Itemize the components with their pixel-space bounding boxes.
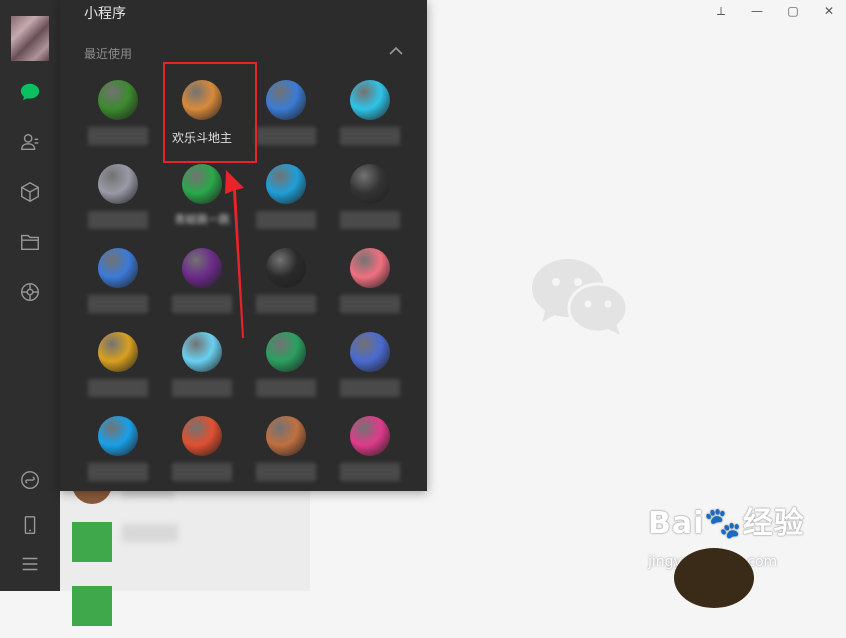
mahjong-icon	[98, 80, 138, 120]
play-icon	[98, 416, 138, 456]
pig-icon	[350, 248, 390, 288]
app-label-blurred	[340, 463, 400, 481]
chat-row[interactable]	[60, 576, 310, 638]
miniprogram-app[interactable]	[76, 80, 160, 168]
recent-label: 最近使用	[84, 47, 133, 61]
miniprogram-app[interactable]	[328, 332, 412, 420]
chat-avatar	[72, 522, 112, 562]
app-label-blurred	[88, 295, 148, 313]
miniprogram-app[interactable]	[76, 416, 160, 491]
miniprogram-app[interactable]	[328, 80, 412, 168]
miniprogram-app[interactable]	[160, 332, 244, 420]
app-label-blurred	[340, 295, 400, 313]
cs-game-icon	[350, 164, 390, 204]
chat-row[interactable]	[60, 512, 310, 574]
window-controls: ⟂ — ▢ ✕	[714, 4, 836, 19]
app-label-blurred	[256, 295, 316, 313]
baidu-logo: Bai🐾经验	[648, 506, 805, 541]
silhouette-icon	[98, 164, 138, 204]
miniprogram-icon[interactable]	[18, 468, 42, 492]
miniprogram-app[interactable]	[76, 164, 160, 252]
app-label-blurred	[88, 379, 148, 397]
bear-mascot	[674, 548, 754, 608]
s-logo-icon	[266, 332, 306, 372]
avatar[interactable]	[11, 16, 49, 61]
miniprogram-app[interactable]	[160, 416, 244, 491]
miniprogram-app[interactable]	[244, 248, 328, 336]
contacts-icon[interactable]	[18, 130, 42, 154]
minimize-icon[interactable]: —	[750, 4, 764, 19]
miniprogram-app[interactable]	[328, 416, 412, 491]
app-label-blurred	[172, 379, 232, 397]
miniprogram-app[interactable]	[328, 248, 412, 336]
app-label-blurred	[256, 127, 316, 145]
files-icon[interactable]	[18, 230, 42, 254]
app-label-blurred	[88, 211, 148, 229]
app-label-blurred	[88, 463, 148, 481]
dragon-icon	[182, 416, 222, 456]
app-label-blurred	[256, 211, 316, 229]
miniprogram-app[interactable]	[244, 416, 328, 491]
blocks-icon	[98, 248, 138, 288]
miniprogram-app[interactable]	[244, 164, 328, 252]
miniprogram-app[interactable]	[76, 248, 160, 336]
frog-icon	[182, 164, 222, 204]
eye-icon	[350, 416, 390, 456]
moments-icon[interactable]	[18, 280, 42, 304]
paint-icon	[266, 80, 306, 120]
favorites-icon[interactable]	[18, 180, 42, 204]
app-label-blurred	[256, 379, 316, 397]
sidebar	[0, 0, 60, 591]
miniprogram-app[interactable]	[76, 332, 160, 420]
app-label-blurred	[340, 211, 400, 229]
chat-icon[interactable]	[18, 80, 42, 104]
rocket-icon	[266, 248, 306, 288]
panel-title: 小程序	[84, 6, 126, 22]
bird-ball-icon	[350, 80, 390, 120]
maximize-icon[interactable]: ▢	[786, 4, 800, 19]
app-label-blurred	[172, 463, 232, 481]
girl-avatar-icon	[182, 248, 222, 288]
red-arrow-annotation	[225, 170, 244, 338]
menu-icon[interactable]	[18, 552, 42, 576]
highlight-box	[163, 62, 257, 163]
pin-icon[interactable]: ⟂	[714, 4, 728, 19]
close-icon[interactable]: ✕	[822, 4, 836, 19]
98k-icon	[98, 332, 138, 372]
app-label-blurred	[340, 379, 400, 397]
wechat-logo-icon	[532, 259, 628, 335]
water-cup-icon	[182, 332, 222, 372]
baidu-watermark: Bai🐾经验 jingyan.baidu.com	[648, 498, 805, 570]
chat-name-blur	[122, 524, 178, 542]
app-label-blurred	[340, 127, 400, 145]
cowboy-icon	[266, 416, 306, 456]
chevron-up-icon[interactable]	[388, 44, 404, 58]
miniprogram-app[interactable]	[328, 164, 412, 252]
miniprogram-app[interactable]	[244, 332, 328, 420]
app-label-blurred	[256, 463, 316, 481]
sunglasses-avatar-icon	[350, 332, 390, 372]
phone-icon[interactable]	[18, 513, 42, 537]
app-label-blurred	[88, 127, 148, 145]
chat-avatar	[72, 586, 112, 626]
tower-ball-icon	[266, 164, 306, 204]
